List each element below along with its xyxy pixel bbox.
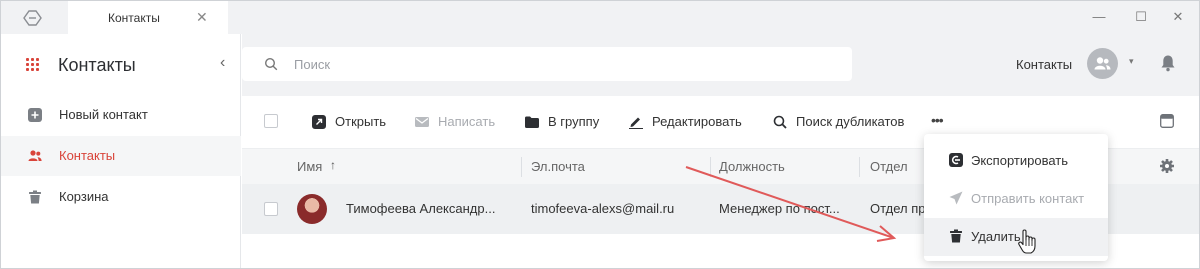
search-input[interactable] — [294, 54, 794, 74]
cell-position: Менеджер по пост... — [719, 201, 840, 216]
sidebar-item-label: Контакты — [59, 148, 116, 163]
contact-avatar — [297, 194, 327, 224]
users-glyph-icon — [1094, 57, 1111, 70]
mail-icon — [415, 117, 429, 127]
tab-label: Контакты — [108, 11, 160, 25]
search-icon — [773, 115, 787, 129]
menu-item-label: Удалить — [971, 229, 1021, 244]
users-icon — [28, 150, 42, 161]
cell-department: Отдел пр — [870, 201, 924, 216]
more-actions-menu: Экспортировать Отправить контакт Удалить — [924, 134, 1108, 261]
top-bar: Контакты ▾ — [242, 34, 1199, 96]
column-header-department[interactable]: Отдел — [870, 159, 908, 174]
write-label: Написать — [438, 114, 496, 129]
to-group-button[interactable]: В группу — [525, 113, 610, 133]
menu-item-export[interactable]: Экспортировать — [924, 142, 1108, 180]
sidebar-item-label: Корзина — [59, 189, 109, 204]
pencil-icon — [629, 117, 643, 129]
trash-icon — [950, 229, 962, 243]
menu-item-label: Отправить контакт — [971, 191, 1085, 206]
to-group-label: В группу — [548, 114, 600, 129]
bell-icon[interactable] — [1160, 54, 1176, 72]
collapse-sidebar-icon[interactable]: ‹ — [220, 54, 225, 72]
cell-email: timofeeva-alexs@mail.ru — [531, 201, 675, 216]
plus-square-icon — [28, 108, 42, 122]
column-header-email[interactable]: Эл.почта — [531, 159, 585, 174]
open-label: Открыть — [335, 114, 387, 129]
chevron-down-icon[interactable]: ▾ — [1129, 56, 1134, 67]
column-divider[interactable] — [710, 157, 711, 177]
hand-cursor-icon — [1018, 229, 1036, 254]
send-icon — [949, 191, 963, 205]
find-duplicates-button[interactable]: Поиск дубликатов — [773, 113, 918, 133]
layout-toggle-icon[interactable] — [1160, 114, 1174, 128]
tab-close-icon[interactable]: ✕ — [196, 9, 208, 26]
column-header-position[interactable]: Должность — [719, 159, 785, 174]
title-bar: Контакты ✕ — ☐ ✕ — [1, 1, 1199, 35]
sidebar: Контакты ‹ Новый контакт Контакты Корзин… — [1, 34, 241, 268]
gear-icon[interactable] — [1159, 158, 1175, 174]
group-avatar-icon[interactable] — [1087, 48, 1118, 79]
write-button[interactable]: Написать — [415, 113, 505, 133]
cell-name: Тимофеева Александр... — [346, 201, 496, 216]
select-all-checkbox[interactable] — [264, 114, 278, 128]
app-logo-icon — [23, 10, 42, 26]
trash-icon — [29, 190, 41, 204]
row-checkbox[interactable] — [264, 202, 278, 216]
export-icon — [949, 153, 963, 167]
user-context-label[interactable]: Контакты — [1016, 57, 1072, 72]
open-button[interactable]: Открыть — [312, 113, 392, 133]
column-header-name[interactable]: Имя — [297, 159, 322, 174]
folder-icon — [525, 116, 539, 128]
open-external-icon — [312, 115, 326, 129]
sidebar-item-trash[interactable]: Корзина — [1, 177, 241, 217]
sort-ascending-icon[interactable]: ↑ — [330, 158, 336, 172]
maximize-button[interactable]: ☐ — [1133, 9, 1149, 25]
column-divider[interactable] — [859, 157, 860, 177]
search-box[interactable] — [242, 47, 852, 81]
search-icon — [264, 57, 278, 71]
app-window: Контакты ✕ — ☐ ✕ Контакты ‹ Новый контак… — [0, 0, 1200, 269]
sidebar-item-new-contact[interactable]: Новый контакт — [1, 95, 241, 135]
more-actions-button[interactable]: ••• — [931, 112, 944, 128]
column-divider[interactable] — [521, 157, 522, 177]
menu-item-delete[interactable]: Удалить — [924, 218, 1108, 256]
close-window-button[interactable]: ✕ — [1170, 9, 1186, 25]
sidebar-header: Контакты ‹ — [1, 34, 241, 96]
menu-item-label: Экспортировать — [971, 153, 1068, 168]
sidebar-item-contacts[interactable]: Контакты — [1, 136, 241, 176]
minimize-button[interactable]: — — [1091, 9, 1107, 25]
find-duplicates-label: Поиск дубликатов — [796, 114, 905, 129]
tab-contacts[interactable]: Контакты ✕ — [68, 1, 228, 35]
sidebar-item-label: Новый контакт — [59, 107, 148, 122]
menu-item-send-contact[interactable]: Отправить контакт — [924, 180, 1108, 218]
edit-label: Редактировать — [652, 114, 742, 129]
sidebar-title: Контакты — [58, 55, 136, 75]
apps-grid-icon[interactable] — [26, 58, 40, 72]
edit-button[interactable]: Редактировать — [629, 113, 749, 133]
